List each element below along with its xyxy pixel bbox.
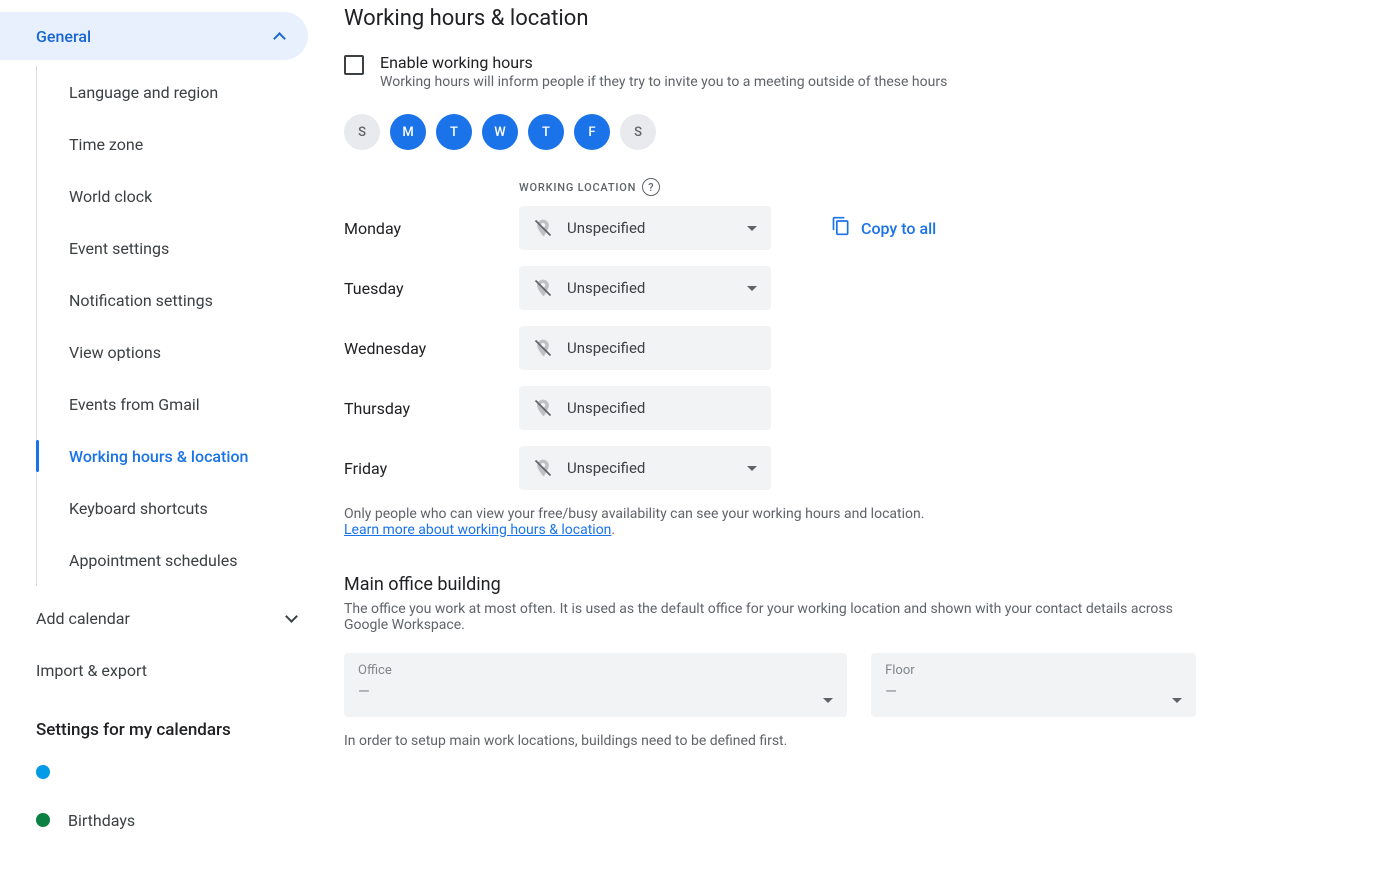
settings-sidebar: General Language and region Time zone Wo… <box>0 0 320 856</box>
day-row-friday: Friday Unspecified <box>344 446 1196 490</box>
floor-select[interactable]: Floor — <box>871 653 1196 717</box>
sidebar-section-general[interactable]: General <box>0 12 308 60</box>
day-row-tuesday: Tuesday Unspecified <box>344 266 1196 310</box>
sidebar-section-add-calendar[interactable]: Add calendar <box>0 592 320 644</box>
location-select-friday[interactable]: Unspecified <box>519 446 771 490</box>
day-pill-tue[interactable]: T <box>436 114 472 150</box>
location-off-icon <box>533 398 553 418</box>
sidebar-item-notification-settings[interactable]: Notification settings <box>37 274 320 326</box>
location-select-thursday[interactable]: Unspecified <box>519 386 771 430</box>
enable-working-hours-row: Enable working hours Working hours will … <box>344 53 1196 90</box>
sidebar-item-world-clock[interactable]: World clock <box>37 170 320 222</box>
location-select-monday[interactable]: Unspecified <box>519 206 771 250</box>
sidebar-item-keyboard-shortcuts[interactable]: Keyboard shortcuts <box>37 482 320 534</box>
location-select-tuesday[interactable]: Unspecified <box>519 266 771 310</box>
day-pill-wed[interactable]: W <box>482 114 518 150</box>
copy-to-all-button[interactable]: Copy to all <box>831 216 936 240</box>
day-row-thursday: Thursday Unspecified <box>344 386 1196 430</box>
day-pill-thu[interactable]: T <box>528 114 564 150</box>
sidebar-subheader-my-calendars: Settings for my calendars <box>0 696 320 748</box>
day-pill-fri[interactable]: F <box>574 114 610 150</box>
enable-subtitle: Working hours will inform people if they… <box>380 74 947 90</box>
sidebar-item-time-zone[interactable]: Time zone <box>37 118 320 170</box>
page-title: Working hours & location <box>344 6 1196 31</box>
chevron-down-icon <box>285 610 298 623</box>
sidebar-item-view-options[interactable]: View options <box>37 326 320 378</box>
location-off-icon <box>533 218 553 238</box>
chevron-down-icon <box>1172 698 1182 703</box>
day-pill-sat[interactable]: S <box>620 114 656 150</box>
enable-title: Enable working hours <box>380 53 947 72</box>
weekday-pills: S M T W T F S <box>344 114 1196 150</box>
learn-more-link[interactable]: Learn more about working hours & locatio… <box>344 522 611 538</box>
sidebar-item-language-region[interactable]: Language and region <box>37 66 320 118</box>
chevron-up-icon <box>273 32 286 45</box>
location-off-icon <box>533 338 553 358</box>
office-select[interactable]: Office — <box>344 653 847 717</box>
chevron-down-icon <box>747 286 757 291</box>
sidebar-item-appointment-schedules[interactable]: Appointment schedules <box>37 534 320 586</box>
main-office-description: The office you work at most often. It is… <box>344 601 1196 633</box>
enable-working-hours-checkbox[interactable] <box>344 55 364 75</box>
copy-icon <box>831 216 851 240</box>
general-subitems: Language and region Time zone World cloc… <box>36 66 320 586</box>
working-location-header: WORKING LOCATION ? <box>519 178 1196 196</box>
day-row-wednesday: Wednesday Unspecified <box>344 326 1196 370</box>
working-hours-info: Only people who can view your free/busy … <box>344 506 1196 538</box>
chevron-down-icon <box>823 698 833 703</box>
calendar-item-primary[interactable] <box>0 748 320 796</box>
calendar-color-dot <box>36 813 50 827</box>
day-row-monday: Monday Unspecified Copy to all <box>344 206 1196 250</box>
office-row: Office — Floor — <box>344 653 1196 717</box>
day-pill-mon[interactable]: M <box>390 114 426 150</box>
main-office-heading: Main office building <box>344 574 1196 595</box>
sidebar-section-import-export[interactable]: Import & export <box>0 644 320 696</box>
calendar-item-birthdays[interactable]: Birthdays <box>0 796 320 844</box>
sidebar-item-event-settings[interactable]: Event settings <box>37 222 320 274</box>
location-off-icon <box>533 458 553 478</box>
sidebar-item-working-hours[interactable]: Working hours & location <box>37 430 320 482</box>
setup-note: In order to setup main work locations, b… <box>344 733 1196 749</box>
general-label: General <box>36 27 91 46</box>
help-icon[interactable]: ? <box>642 178 660 196</box>
day-pill-sun[interactable]: S <box>344 114 380 150</box>
chevron-down-icon <box>747 226 757 231</box>
chevron-down-icon <box>747 466 757 471</box>
sidebar-item-events-from-gmail[interactable]: Events from Gmail <box>37 378 320 430</box>
location-off-icon <box>533 278 553 298</box>
settings-main: Working hours & location Enable working … <box>320 0 1220 856</box>
calendar-color-dot <box>36 765 50 779</box>
location-select-wednesday[interactable]: Unspecified <box>519 326 771 370</box>
